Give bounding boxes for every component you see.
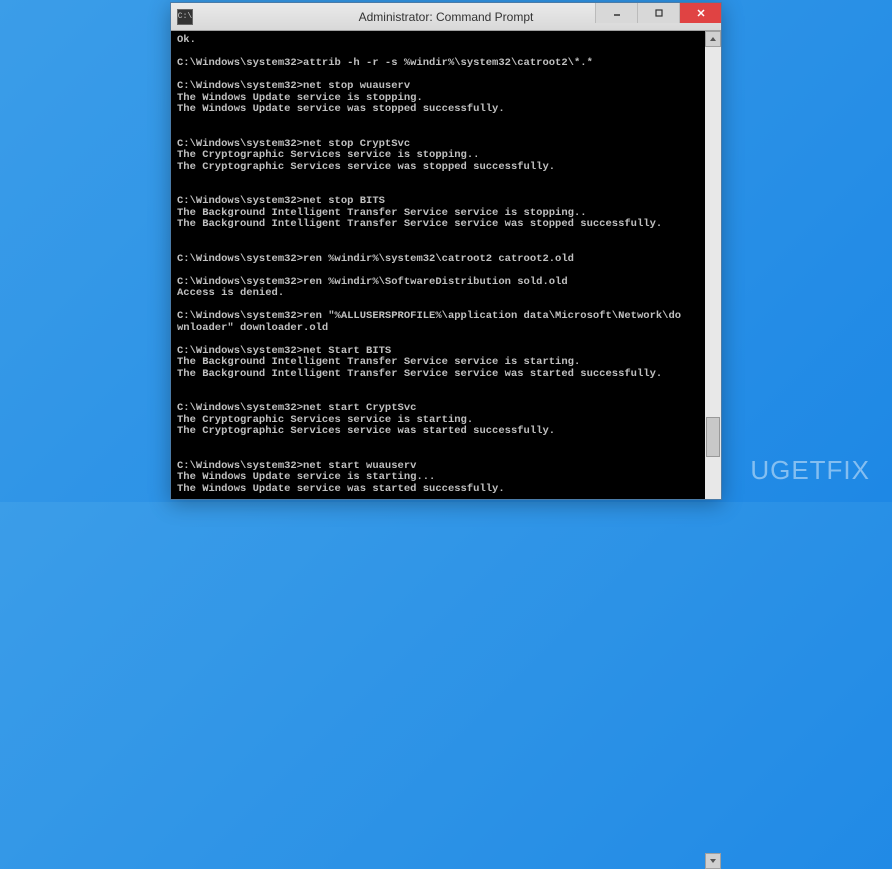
scrollbar-track[interactable] xyxy=(705,417,721,853)
titlebar[interactable]: C:\ Administrator: Command Prompt xyxy=(171,3,721,31)
command-prompt-window: C:\ Administrator: Command Prompt Ok. C:… xyxy=(170,2,722,500)
cmd-icon: C:\ xyxy=(177,9,193,25)
scroll-up-button[interactable] xyxy=(705,31,721,47)
minimize-button[interactable] xyxy=(595,3,637,23)
window-controls xyxy=(595,3,721,30)
scrollbar[interactable] xyxy=(705,31,721,499)
close-button[interactable] xyxy=(679,3,721,23)
maximize-button[interactable] xyxy=(637,3,679,23)
watermark-logo: UGETFIX xyxy=(750,455,870,486)
terminal-area[interactable]: Ok. C:\Windows\system32>attrib -h -r -s … xyxy=(171,31,721,499)
terminal-output: Ok. C:\Windows\system32>attrib -h -r -s … xyxy=(177,35,715,499)
scrollbar-thumb[interactable] xyxy=(706,417,720,457)
window-title: Administrator: Command Prompt xyxy=(359,10,534,24)
watermark-text: UGETFIX xyxy=(750,455,870,485)
scroll-down-button[interactable] xyxy=(705,853,721,869)
